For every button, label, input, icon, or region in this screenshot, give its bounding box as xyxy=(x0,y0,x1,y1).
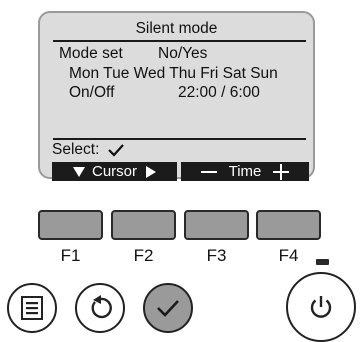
lcd-screen: Silent mode Mode set No/Yes Mon Tue Wed … xyxy=(38,11,315,181)
on-off-label: On/Off xyxy=(69,84,115,101)
footer-divider xyxy=(53,138,306,140)
triangle-down-icon xyxy=(72,166,85,177)
power-indicator xyxy=(316,259,329,265)
f4-label: F4 xyxy=(278,246,299,265)
confirm-button[interactable] xyxy=(143,283,193,333)
power-icon xyxy=(310,296,332,318)
time-softkey: Time xyxy=(181,162,309,181)
power-button[interactable] xyxy=(286,272,356,342)
minus-icon xyxy=(200,170,217,173)
cursor-label: Cursor xyxy=(91,163,137,180)
f2-button[interactable] xyxy=(111,210,176,240)
f4-button[interactable] xyxy=(256,210,321,240)
mode-set-value: No/Yes xyxy=(158,45,208,62)
select-label: Select: xyxy=(52,141,100,158)
menu-icon xyxy=(21,296,43,320)
f1-button[interactable] xyxy=(38,210,103,240)
days-row: Mon Tue Wed Thu Fri Sat Sun xyxy=(69,65,278,82)
mode-set-label: Mode set xyxy=(59,45,123,62)
f1-label: F1 xyxy=(60,246,81,265)
f2-label: F2 xyxy=(133,246,154,265)
check-icon xyxy=(157,300,179,317)
screen-title: Silent mode xyxy=(135,20,218,37)
return-button[interactable] xyxy=(75,283,125,333)
triangle-right-icon xyxy=(146,165,156,178)
title-divider xyxy=(53,40,306,42)
on-off-value: 22:00 / 6:00 xyxy=(178,84,260,101)
check-icon xyxy=(108,144,124,157)
menu-button[interactable] xyxy=(7,283,57,333)
f3-button[interactable] xyxy=(184,210,249,240)
return-icon xyxy=(91,295,112,319)
time-label: Time xyxy=(228,163,262,180)
f3-label: F3 xyxy=(206,246,227,265)
cursor-softkey: Cursor xyxy=(52,162,177,181)
plus-icon xyxy=(273,163,290,180)
